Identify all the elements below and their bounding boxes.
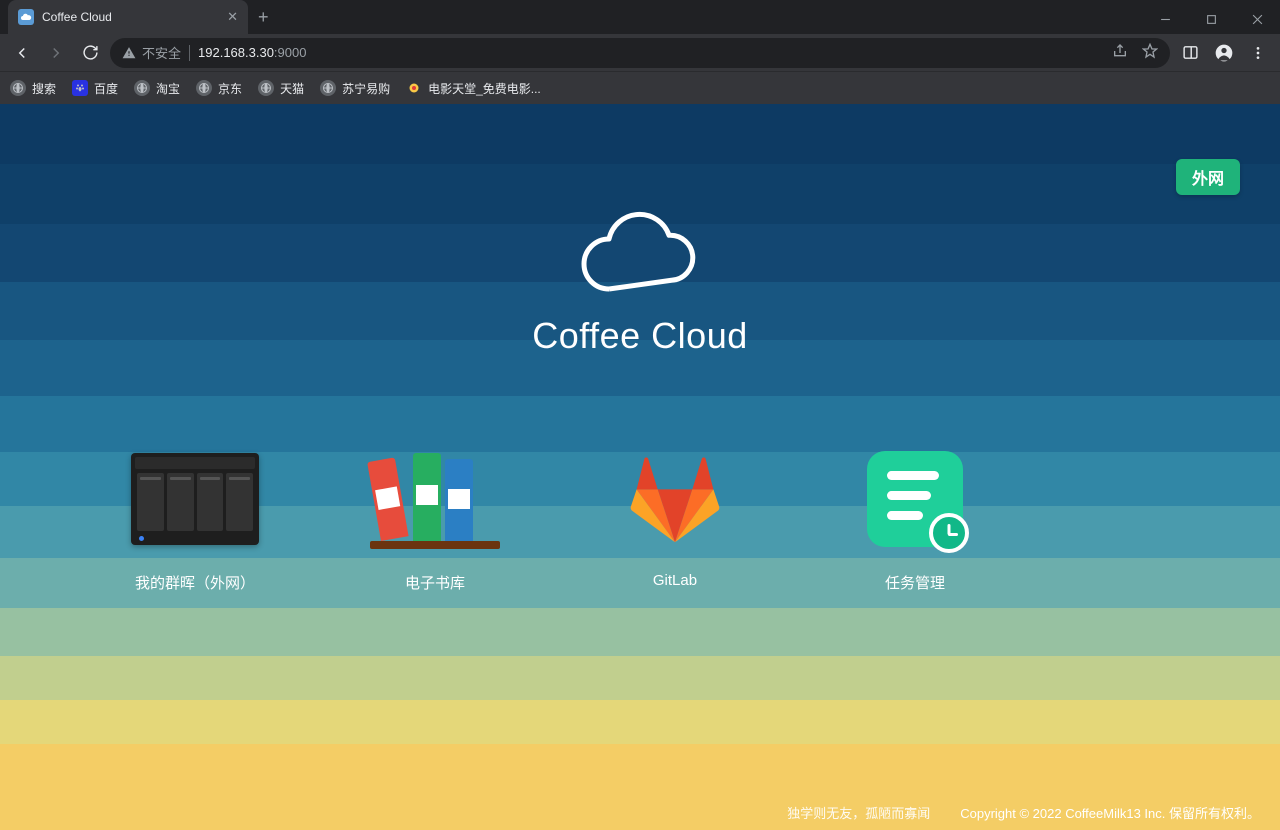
window-titlebar: Coffee Cloud ✕ +: [0, 0, 1280, 34]
window-controls: [1142, 4, 1280, 34]
bookmark-label: 搜索: [32, 80, 56, 97]
site-title: Coffee Cloud: [532, 315, 747, 357]
profile-button[interactable]: [1210, 39, 1238, 67]
bookmark-baidu[interactable]: 百度: [72, 80, 118, 97]
browser-tab[interactable]: Coffee Cloud ✕: [8, 0, 248, 34]
security-label: 不安全: [142, 43, 181, 62]
bookmark-label: 苏宁易购: [342, 80, 390, 97]
new-tab-button[interactable]: +: [248, 7, 279, 34]
app-synology[interactable]: 我的群晖（外网）: [110, 444, 280, 593]
app-grid: 我的群晖（外网） 电子书库: [110, 444, 1000, 593]
nas-icon: [131, 453, 259, 545]
bookmark-search[interactable]: 搜索: [10, 80, 56, 97]
gitlab-icon: [627, 451, 723, 547]
tab-title: Coffee Cloud: [42, 10, 219, 24]
back-button[interactable]: [8, 39, 36, 67]
page-content: 外网 Coffee Cloud 我的群晖（外网） 电子书库: [0, 104, 1280, 830]
window-maximize-button[interactable]: [1188, 4, 1234, 34]
bookmark-taobao[interactable]: 淘宝: [134, 80, 180, 97]
divider: [189, 45, 190, 61]
footer-copyright: Copyright © 2022 CoffeeMilk13 Inc. 保留所有权…: [960, 803, 1260, 822]
cloud-icon: [565, 204, 715, 304]
bookmark-label: 天猫: [280, 80, 304, 97]
address-bar[interactable]: 不安全 192.168.3.30:9000: [110, 38, 1170, 68]
side-panel-button[interactable]: [1176, 39, 1204, 67]
bookmark-tmall[interactable]: 天猫: [258, 80, 304, 97]
footer-quote: 独学则无友，孤陋而寡闻: [787, 803, 930, 822]
bookmark-label: 京东: [218, 80, 242, 97]
bookmark-label: 百度: [94, 80, 118, 97]
app-label: 电子书库: [350, 572, 520, 593]
url-port: :9000: [274, 45, 307, 60]
close-tab-icon[interactable]: ✕: [227, 9, 238, 25]
url-host: 192.168.3.30: [198, 45, 274, 60]
site-logo: Coffee Cloud: [532, 204, 747, 357]
bookmarks-bar: 搜索 百度 淘宝 京东 天猫 苏宁易购 电影天堂_免费电影...: [0, 72, 1280, 104]
bookmark-label: 淘宝: [156, 80, 180, 97]
bookmark-jd[interactable]: 京东: [196, 80, 242, 97]
app-label: 我的群晖（外网）: [110, 572, 280, 593]
security-status[interactable]: 不安全: [122, 43, 181, 62]
bookmark-star-icon[interactable]: [1142, 43, 1158, 62]
binders-icon: [375, 449, 495, 549]
app-tasks[interactable]: 任务管理: [830, 444, 1000, 593]
bookmark-film[interactable]: 电影天堂_免费电影...: [406, 80, 541, 97]
footer: 独学则无友，孤陋而寡闻 Copyright © 2022 CoffeeMilk1…: [20, 803, 1260, 822]
warning-icon: [122, 46, 136, 60]
share-icon[interactable]: [1112, 43, 1128, 62]
bookmark-suning[interactable]: 苏宁易购: [320, 80, 390, 97]
forward-button[interactable]: [42, 39, 70, 67]
menu-button[interactable]: [1244, 39, 1272, 67]
tasks-icon: [867, 451, 963, 547]
url-text: 192.168.3.30:9000: [198, 45, 306, 60]
app-label: GitLab: [590, 572, 760, 589]
external-network-button[interactable]: 外网: [1176, 159, 1240, 195]
app-label: 任务管理: [830, 572, 1000, 593]
app-ebooks[interactable]: 电子书库: [350, 444, 520, 593]
app-gitlab[interactable]: GitLab: [590, 444, 760, 593]
browser-toolbar: 不安全 192.168.3.30:9000: [0, 34, 1280, 72]
tab-favicon-icon: [18, 9, 34, 25]
bookmark-label: 电影天堂_免费电影...: [428, 80, 541, 97]
window-minimize-button[interactable]: [1142, 4, 1188, 34]
window-close-button[interactable]: [1234, 4, 1280, 34]
reload-button[interactable]: [76, 39, 104, 67]
